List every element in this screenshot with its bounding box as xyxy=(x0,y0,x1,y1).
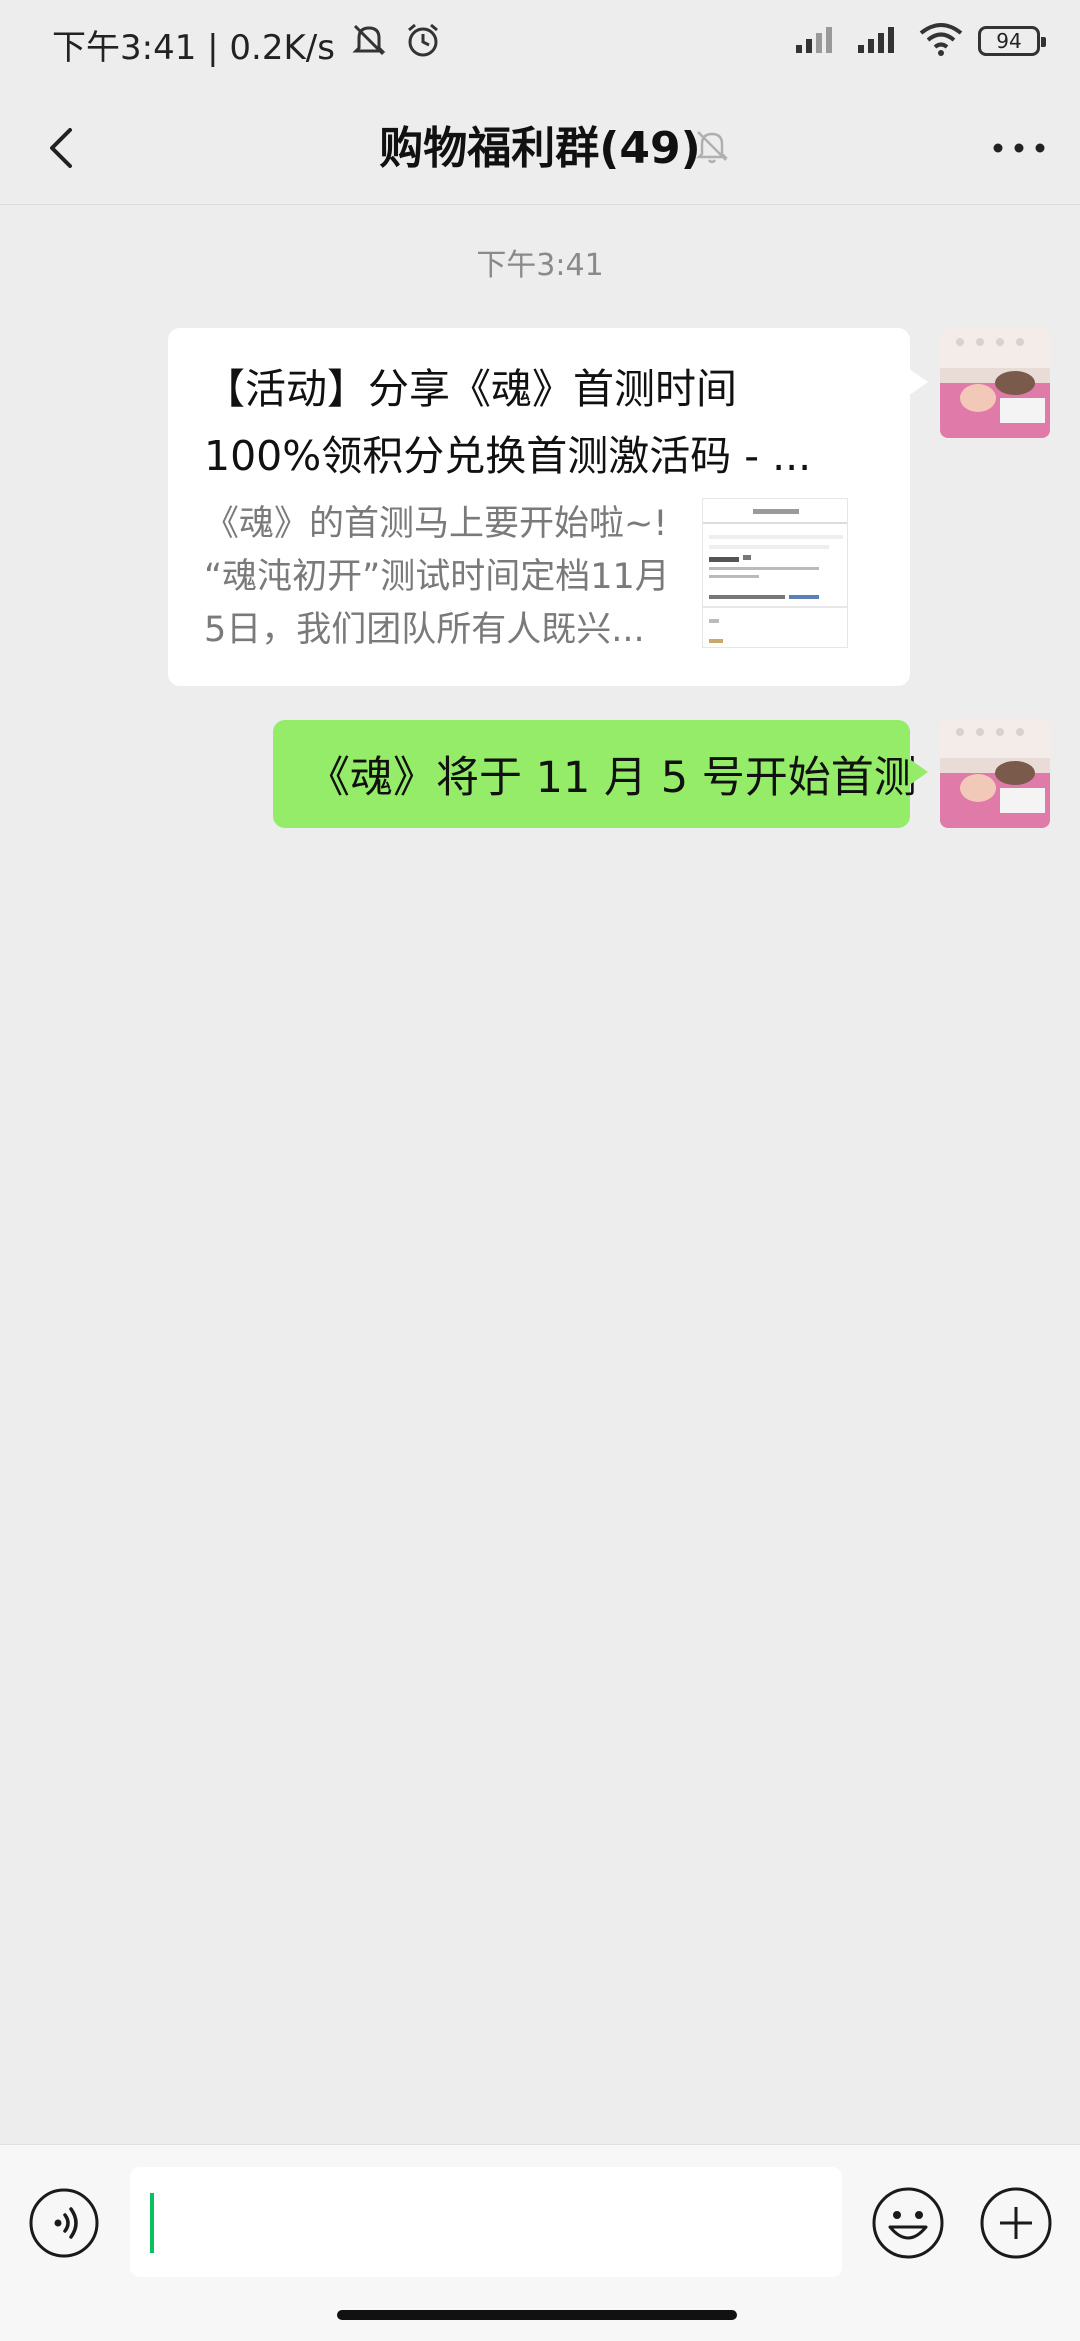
link-card-desc-line: 5日，我们团队所有人既兴... xyxy=(204,610,645,650)
text-caret xyxy=(150,2193,154,2253)
more-button[interactable] xyxy=(984,118,1054,178)
signal-icon xyxy=(794,23,842,59)
emoji-icon xyxy=(872,2187,944,2259)
status-left: 下午3:41 | 0.2K/s xyxy=(52,20,443,69)
link-card-desc-line: 《魂》的首测马上要开始啦~! xyxy=(204,504,668,544)
message-text: 《魂》将于 11 月 5 号开始首测 xyxy=(307,753,917,803)
link-card-title-line: 100%领积分兑换首测激活码 - ... xyxy=(204,432,812,480)
battery-level: 94 xyxy=(996,29,1022,53)
voice-button[interactable] xyxy=(28,2187,100,2259)
home-indicator[interactable] xyxy=(337,2310,737,2320)
battery-icon: 94 xyxy=(978,26,1046,56)
link-card-title-line: 【活动】分享《魂》首测时间 xyxy=(204,365,737,413)
sent-text-message[interactable]: 《魂》将于 11 月 5 号开始首测 xyxy=(273,720,928,828)
link-card-title: 【活动】分享《魂》首测时间 100%领积分兑换首测激活码 - ... xyxy=(204,356,874,490)
chat-title: 购物福利群(49) xyxy=(379,123,701,174)
signal-icon xyxy=(856,23,904,59)
nav-bar: 购物福利群(49) xyxy=(0,90,1080,205)
muted-bell-icon xyxy=(688,122,736,170)
wifi-icon xyxy=(918,22,964,60)
link-card-desc-line: “魂沌初开”测试时间定档11月 xyxy=(204,557,670,597)
emoji-button[interactable] xyxy=(870,2185,946,2261)
message-input[interactable] xyxy=(130,2167,842,2277)
more-functions-button[interactable] xyxy=(978,2185,1054,2261)
avatar[interactable] xyxy=(940,718,1050,828)
message-timestamp: 下午3:41 xyxy=(476,248,604,283)
more-icon xyxy=(993,143,1045,153)
alarm-icon xyxy=(403,20,443,69)
plus-icon xyxy=(980,2187,1052,2259)
article-thumbnail xyxy=(702,498,848,648)
status-right: 94 xyxy=(794,22,1046,60)
link-card-message[interactable]: 【活动】分享《魂》首测时间 100%领积分兑换首测激活码 - ... 《魂》的首… xyxy=(168,328,928,686)
link-card-description: 《魂》的首测马上要开始啦~! “魂沌初开”测试时间定档11月 5日，我们团队所有… xyxy=(204,498,684,657)
avatar[interactable] xyxy=(940,328,1050,438)
mute-notification-icon xyxy=(349,20,389,69)
link-card-body: 《魂》的首测马上要开始啦~! “魂沌初开”测试时间定档11月 5日，我们团队所有… xyxy=(204,498,874,657)
status-time-speed: 下午3:41 | 0.2K/s xyxy=(52,28,335,68)
voice-icon xyxy=(29,2188,99,2258)
status-bar: 下午3:41 | 0.2K/s 94 xyxy=(0,0,1080,90)
